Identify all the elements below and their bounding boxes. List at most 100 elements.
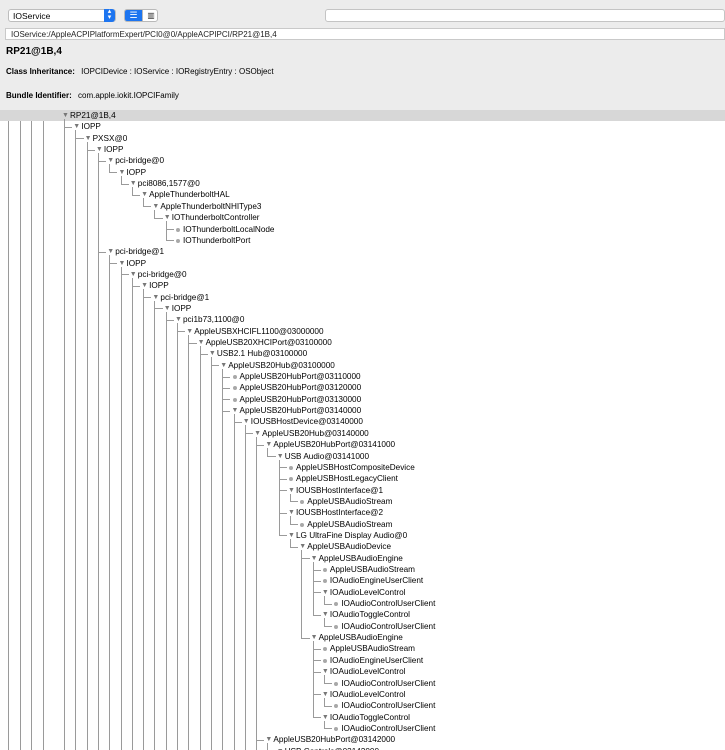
tree-row[interactable]: IOAudioControlUserClient xyxy=(0,723,725,734)
tree-node-label: AppleUSB20HubPort@03140000 xyxy=(239,406,362,416)
tree-row[interactable]: AppleUSBAudioStream xyxy=(0,496,725,507)
tree-row[interactable]: ▼ AppleUSB20XHCIPort@03100000 xyxy=(0,337,725,348)
tree-row[interactable]: AppleUSB20HubPort@03130000 xyxy=(0,394,725,405)
bundle-identifier-value: com.apple.iokit.IOPCIFamily xyxy=(78,91,179,100)
tree-row[interactable]: ▼ IOPP xyxy=(0,303,725,314)
tree-connector xyxy=(75,138,84,140)
tree-node-label: AppleUSB20HubPort@03141000 xyxy=(273,440,396,450)
tree-row[interactable]: AppleUSBAudioStream xyxy=(0,519,725,530)
tree-row[interactable]: ▼ IOAudioLevelControl xyxy=(0,587,725,598)
tree-connector xyxy=(323,728,333,730)
tree-node-label: IOAudioEngineUserClient xyxy=(329,655,424,665)
view-mode-control: ☰ ▥ xyxy=(124,9,158,22)
leaf-bullet-icon xyxy=(322,658,327,663)
tree-row[interactable]: ▼ AppleUSBXHCIFL1100@03000000 xyxy=(0,326,725,337)
tree-row[interactable]: ▼ IOPP xyxy=(0,144,725,155)
tree-connector xyxy=(323,705,333,707)
tree-connector xyxy=(199,353,208,355)
leaf-bullet-icon xyxy=(322,647,327,652)
tree-row[interactable]: AppleUSBAudioStream xyxy=(0,643,725,654)
class-inheritance-label: Class Inheritance: xyxy=(6,67,75,76)
tree-row[interactable]: IOAudioControlUserClient xyxy=(0,678,725,689)
tree-row[interactable]: ▼ LG UltraFine Display Audio@0 xyxy=(0,530,725,541)
tree-row[interactable]: ▼ AppleThunderboltNHIType3 xyxy=(0,201,725,212)
path-field[interactable]: IOService:/AppleACPIPlatformExpert/PCI0@… xyxy=(5,28,725,40)
tree-row[interactable]: AppleUSB20HubPort@03120000 xyxy=(0,382,725,393)
tree-row[interactable]: AppleUSBAudioStream xyxy=(0,564,725,575)
tree-node-label: IOThunderboltController xyxy=(171,213,260,223)
tree-node-label: AppleUSBAudioStream xyxy=(329,565,415,574)
tree-row[interactable]: AppleUSBHostLegacyClient xyxy=(0,473,725,484)
tree-row[interactable]: ▼ AppleUSB20HubPort@03142000 xyxy=(0,734,725,745)
tree-row[interactable]: ▼ AppleThunderboltHAL xyxy=(0,189,725,200)
tree-connector xyxy=(312,671,321,673)
tree-row[interactable]: ▼ USB2.1 Hub@03100000 xyxy=(0,348,725,359)
tree-row[interactable]: IOThunderboltPort xyxy=(0,235,725,246)
tree-row[interactable]: AppleUSB20HubPort@03110000 xyxy=(0,371,725,382)
tree-node-label: pci-bridge@1 xyxy=(160,292,210,302)
plane-select[interactable]: IOService ▴ ▾ xyxy=(8,8,116,22)
tree-row[interactable]: ▼ AppleUSB20HubPort@03140000 xyxy=(0,405,725,416)
tree-row[interactable]: ▼ IOThunderboltController xyxy=(0,212,725,223)
tree-row[interactable]: ▼ AppleUSBAudioDevice xyxy=(0,541,725,552)
tree-row[interactable]: IOAudioEngineUserClient xyxy=(0,575,725,586)
tree-row[interactable]: ▼ IOUSBHostDevice@03140000 xyxy=(0,416,725,427)
tree-row[interactable]: ▼ pci8086,1577@0 xyxy=(0,178,725,189)
tree-row[interactable]: ▼ IOPP xyxy=(0,121,725,132)
tree-row[interactable]: ▼ IOAudioLevelControl xyxy=(0,689,725,700)
tree-node-label: AppleUSBAudioDevice xyxy=(307,542,392,552)
tree-connector xyxy=(301,558,310,560)
tree-connector xyxy=(290,501,299,503)
tree-row[interactable]: ▼ IOUSBHostInterface@2 xyxy=(0,507,725,518)
tree-row[interactable]: ▼ AppleUSB20HubPort@03141000 xyxy=(0,439,725,450)
tree-node-label: AppleUSBXHCIFL1100@03000000 xyxy=(194,326,324,336)
bundle-identifier: Bundle Identifier: com.apple.iokit.IOPCI… xyxy=(6,91,179,100)
tree-node-label: IOAudioEngineUserClient xyxy=(329,576,424,586)
tree-row[interactable]: ▼ pci1b73,1100@0 xyxy=(0,314,725,325)
tree-connector xyxy=(312,648,321,650)
tree-row[interactable]: ▼ IOAudioToggleControl xyxy=(0,712,725,723)
tree-row[interactable]: ▼ PXSX@0 xyxy=(0,133,725,144)
tree-row[interactable]: IOAudioControlUserClient xyxy=(0,621,725,632)
tree-row[interactable]: ▼ IOAudioLevelControl xyxy=(0,666,725,677)
tree-row[interactable]: ▼ AppleUSBAudioEngine xyxy=(0,553,725,564)
tree-row[interactable]: IOAudioControlUserClient xyxy=(0,700,725,711)
search-input[interactable] xyxy=(325,9,725,22)
tree-connector xyxy=(177,331,186,333)
tree-node-label: AppleUSB20HubPort@03130000 xyxy=(239,394,362,404)
tree-connector xyxy=(64,126,73,128)
tree-row[interactable]: IOThunderboltLocalNode xyxy=(0,224,725,235)
tree-row[interactable]: ▼ AppleUSB20Hub@03140000 xyxy=(0,428,725,439)
tree-node-label: AppleThunderboltNHIType3 xyxy=(160,201,262,211)
disclosure-triangle-icon[interactable]: ▼ xyxy=(277,746,284,750)
column-view-icon[interactable]: ▥ xyxy=(142,10,157,21)
tree-row[interactable]: ▼ IOPP xyxy=(0,280,725,291)
tree-row[interactable]: ▼ AppleUSBAudioEngine xyxy=(0,632,725,643)
leaf-bullet-icon xyxy=(300,522,305,527)
tree-row[interactable]: AppleUSBHostCompositeDevice xyxy=(0,462,725,473)
tree-row[interactable]: ▼ pci-bridge@1 xyxy=(0,292,725,303)
class-inheritance-value: IOPCIDevice : IOService : IORegistryEntr… xyxy=(81,67,274,76)
tree-row[interactable]: ▼ pci-bridge@0 xyxy=(0,269,725,280)
leaf-bullet-icon xyxy=(322,579,327,584)
leaf-bullet-icon xyxy=(334,726,339,731)
leaf-bullet-icon xyxy=(176,238,180,243)
tree-row[interactable]: ▼ USB Audio@03141000 xyxy=(0,451,725,462)
tree-connector xyxy=(256,739,265,741)
tree-row[interactable]: ▼ IOAudioToggleControl xyxy=(0,609,725,620)
list-view-icon[interactable]: ☰ xyxy=(125,10,142,21)
tree-node-label: IOPP xyxy=(126,167,147,177)
tree-connector xyxy=(154,308,163,310)
tree-connector xyxy=(165,229,174,230)
tree-node-label: pci1b73,1100@0 xyxy=(183,315,245,325)
tree-row[interactable]: ▼ IOUSBHostInterface@1 xyxy=(0,485,725,496)
tree-row[interactable]: ▼ RP21@1B,4 xyxy=(0,110,725,121)
leaf-bullet-icon xyxy=(176,227,180,232)
tree-row[interactable]: ▼ AppleUSB20Hub@03100000 xyxy=(0,360,725,371)
tree-row[interactable]: IOAudioEngineUserClient xyxy=(0,655,725,666)
tree-row[interactable]: IOAudioControlUserClient xyxy=(0,598,725,609)
bundle-identifier-label: Bundle Identifier: xyxy=(6,91,72,100)
tree-connector xyxy=(188,342,197,344)
tree-connector xyxy=(244,433,254,435)
tree-row[interactable]: ▼USB Controls@03142000 xyxy=(0,746,725,750)
